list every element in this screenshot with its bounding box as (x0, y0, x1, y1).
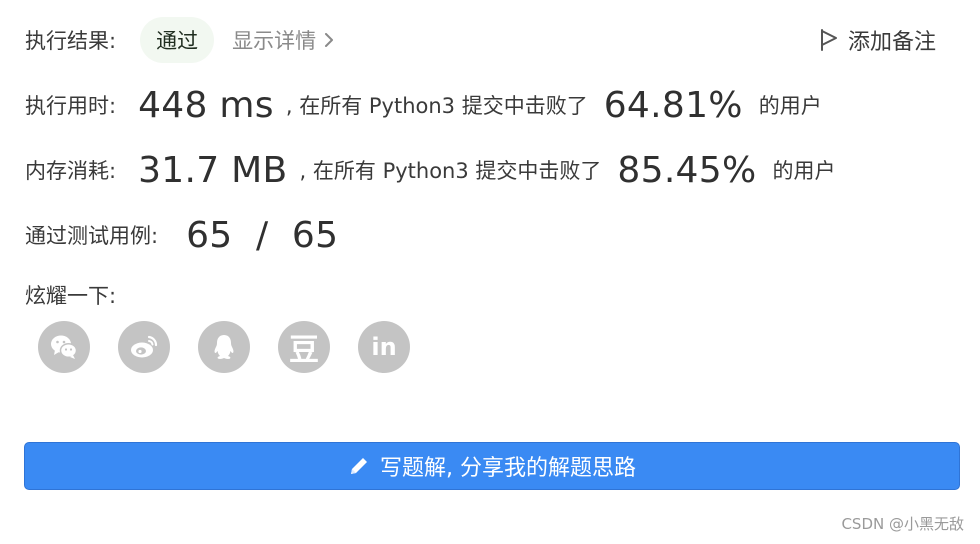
memory-value: 31.7 MB (138, 149, 288, 191)
runtime-suffix: 的用户 (758, 94, 822, 118)
share-linkedin-button[interactable]: in (358, 321, 410, 373)
share-wechat-button[interactable] (38, 321, 90, 373)
chevron-right-icon (325, 33, 334, 47)
memory-beat-text: , 在所有 Python3 提交中击败了 (299, 159, 602, 183)
runtime-label: 执行用时: (25, 94, 117, 118)
write-solution-label: 写题解, 分享我的解题思路 (380, 456, 636, 481)
share-weibo-button[interactable] (118, 321, 170, 373)
tests-row: 通过测试用例: 65 / 65 (25, 212, 338, 258)
result-label: 执行结果: (25, 29, 117, 53)
runtime-row: 执行用时: 448 ms , 在所有 Python3 提交中击败了 64.81%… (25, 82, 822, 128)
weibo-icon (131, 335, 158, 358)
wechat-icon (51, 335, 78, 359)
share-row: 炫耀一下: (25, 280, 116, 310)
submission-result-panel: 执行结果: 通过 显示详情 添加备注 执行用时: 448 ms , 在所有 Py… (0, 0, 980, 544)
runtime-beat-text: , 在所有 Python3 提交中击败了 (285, 94, 588, 118)
share-icons: 豆 in (38, 321, 438, 373)
result-row: 执行结果: 通过 显示详情 (25, 17, 334, 63)
runtime-percent: 64.81% (603, 84, 743, 126)
share-label: 炫耀一下: (25, 284, 117, 308)
runtime-value: 448 ms (138, 84, 274, 126)
show-details-link[interactable]: 显示详情 (232, 25, 334, 55)
add-note-label: 添加备注 (847, 30, 936, 55)
add-note-button[interactable]: 添加备注 (819, 24, 936, 56)
memory-row: 内存消耗: 31.7 MB , 在所有 Python3 提交中击败了 85.45… (25, 147, 835, 193)
memory-label: 内存消耗: (25, 159, 117, 183)
watermark: CSDN @小黑无敌 (841, 515, 964, 533)
qq-icon (214, 335, 234, 359)
flag-icon (820, 29, 837, 51)
linkedin-icon: in (371, 333, 397, 361)
write-solution-button[interactable]: 写题解, 分享我的解题思路 (24, 442, 960, 490)
show-details-label: 显示详情 (232, 29, 317, 53)
memory-suffix: 的用户 (772, 159, 836, 183)
share-qq-button[interactable] (198, 321, 250, 373)
memory-percent: 85.45% (617, 149, 757, 191)
tests-value: 65 / 65 (186, 214, 339, 256)
pencil-icon (351, 458, 367, 474)
share-douban-button[interactable]: 豆 (278, 321, 330, 373)
status-badge: 通过 (140, 17, 215, 63)
tests-label: 通过测试用例: (25, 224, 159, 248)
douban-icon: 豆 (289, 333, 319, 368)
